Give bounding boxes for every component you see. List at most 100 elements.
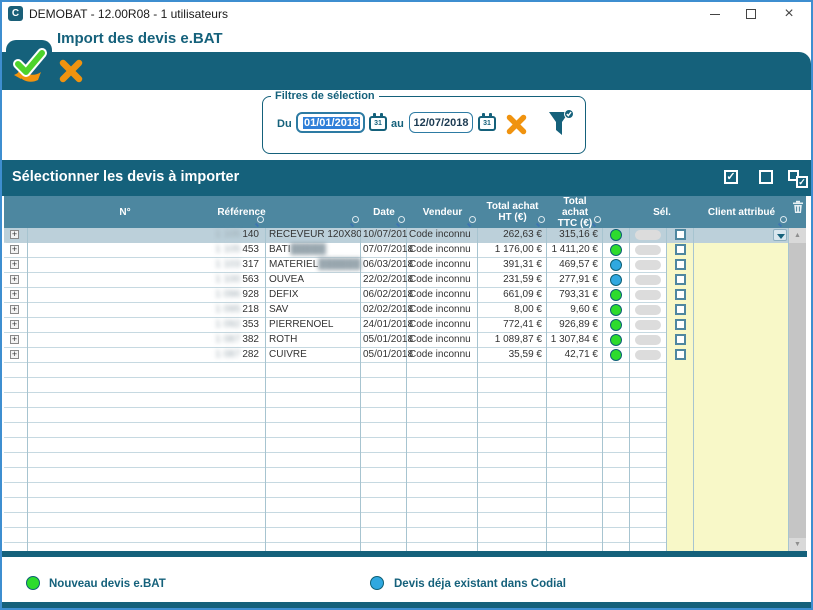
expand-button[interactable]: + [10, 275, 19, 284]
client-cell[interactable] [694, 333, 789, 348]
empty-table-row[interactable] [4, 363, 789, 378]
column-search-icon[interactable] [395, 216, 405, 226]
client-cell[interactable] [694, 243, 789, 258]
select-checkbox[interactable] [675, 304, 686, 315]
note-button[interactable] [635, 350, 661, 360]
table-row[interactable]: + 1 103317 MATERIEL██████ 06/03/2018 Cod… [4, 258, 789, 273]
column-search-icon[interactable] [591, 216, 601, 226]
select-checkbox[interactable] [675, 319, 686, 330]
date-to-input[interactable]: 12/07/2018 [409, 112, 473, 133]
client-dropdown-button[interactable] [773, 229, 787, 241]
toggle-selection-button[interactable]: ✓ [788, 170, 808, 188]
select-checkbox[interactable] [675, 244, 686, 255]
expand-button[interactable]: + [10, 350, 19, 359]
empty-table-row[interactable] [4, 423, 789, 438]
empty-table-row[interactable] [4, 543, 789, 551]
empty-table-row[interactable] [4, 438, 789, 453]
quote-number-cell: 1 095218 [28, 303, 266, 318]
maximize-button[interactable] [735, 2, 767, 26]
empty-table-row[interactable] [4, 483, 789, 498]
vendor-cell: Code inconnu [407, 333, 478, 348]
empty-table-row[interactable] [4, 513, 789, 528]
status-dot-icon [610, 319, 622, 331]
note-button[interactable] [635, 260, 661, 270]
total-ttc-cell: 315,16 € [547, 228, 603, 243]
expand-button[interactable]: + [10, 320, 19, 329]
client-cell[interactable] [694, 273, 789, 288]
section-band: Sélectionner les devis à importer ✓ ✓ [2, 160, 811, 196]
table-row[interactable]: + 1 105140 RECEVEUR 120X80 10/07/2018 Co… [4, 228, 789, 243]
note-button[interactable] [635, 290, 661, 300]
table-row[interactable]: + 1 087382 ROTH 05/01/2018 Code inconnu … [4, 333, 789, 348]
scroll-up-icon[interactable]: ▲ [789, 228, 806, 243]
minimize-button[interactable] [699, 2, 731, 26]
table-row[interactable]: + 1 092353 PIERRENOEL 24/01/2018 Code in… [4, 318, 789, 333]
section-title: Sélectionner les devis à importer [12, 169, 239, 185]
expand-button[interactable]: + [10, 260, 19, 269]
select-checkbox[interactable] [675, 274, 686, 285]
table-row[interactable]: + 1 087282 CUIVRE 05/01/2018 Code inconn… [4, 348, 789, 363]
cancel-button[interactable] [58, 58, 84, 84]
expand-button[interactable]: + [10, 305, 19, 314]
delete-icon[interactable] [792, 200, 804, 214]
client-cell[interactable] [694, 258, 789, 273]
reference-cell: MATERIEL██████ [266, 258, 361, 273]
select-checkbox[interactable] [675, 259, 686, 270]
client-cell[interactable] [694, 228, 789, 243]
quote-number-cell: 1 092353 [28, 318, 266, 333]
validate-button[interactable] [6, 40, 52, 90]
empty-table-row[interactable] [4, 453, 789, 468]
note-button[interactable] [635, 305, 661, 315]
column-header-reference[interactable]: Référence [266, 196, 361, 228]
note-cell [630, 243, 667, 258]
note-cell [630, 273, 667, 288]
chevron-down-icon [777, 234, 785, 239]
table-row[interactable]: + 1 096928 DEFIX 06/02/2018 Code inconnu… [4, 288, 789, 303]
select-all-button[interactable]: ✓ [724, 170, 738, 184]
table-row[interactable]: + 1 095218 SAV 02/02/2018 Code inconnu 8… [4, 303, 789, 318]
column-search-icon[interactable] [349, 216, 359, 226]
client-cell[interactable] [694, 303, 789, 318]
select-checkbox[interactable] [675, 349, 686, 360]
empty-table-row[interactable] [4, 393, 789, 408]
date-from-input[interactable]: 01/01/2018 [296, 112, 365, 133]
calendar-picker-from-icon[interactable]: 31 [369, 116, 387, 131]
column-search-icon[interactable] [777, 216, 787, 226]
column-search-icon[interactable] [466, 216, 476, 226]
expand-button[interactable]: + [10, 290, 19, 299]
note-button[interactable] [635, 275, 661, 285]
note-button[interactable] [635, 230, 661, 240]
expand-button[interactable]: + [10, 230, 19, 239]
client-cell[interactable] [694, 288, 789, 303]
column-header-sel[interactable]: Sél. [630, 196, 694, 228]
vertical-scrollbar[interactable]: ▲ ▼ [789, 228, 806, 551]
scroll-down-icon[interactable]: ▼ [789, 538, 806, 551]
client-cell[interactable] [694, 348, 789, 363]
empty-table-row[interactable] [4, 378, 789, 393]
clear-filter-button[interactable] [505, 113, 528, 136]
expand-cell: + [6, 288, 28, 303]
select-checkbox[interactable] [675, 334, 686, 345]
table-row[interactable]: + 1 105453 BATI█████ 07/07/2018 Code inc… [4, 243, 789, 258]
close-button[interactable]: × [773, 2, 805, 26]
empty-table-row[interactable] [4, 498, 789, 513]
note-button[interactable] [635, 320, 661, 330]
client-cell[interactable] [694, 318, 789, 333]
expand-button[interactable]: + [10, 245, 19, 254]
select-none-button[interactable] [759, 170, 773, 184]
column-search-icon[interactable] [535, 216, 545, 226]
select-checkbox[interactable] [675, 229, 686, 240]
total-ttc-cell: 926,89 € [547, 318, 603, 333]
expand-button[interactable]: + [10, 335, 19, 344]
empty-table-row[interactable] [4, 468, 789, 483]
column-header-client[interactable]: Client attribué [694, 196, 789, 228]
select-checkbox[interactable] [675, 289, 686, 300]
empty-table-row[interactable] [4, 408, 789, 423]
table-row[interactable]: + 1 100563 OUVEA 22/02/2018 Code inconnu… [4, 273, 789, 288]
column-search-icon[interactable] [254, 216, 264, 226]
empty-table-row[interactable] [4, 528, 789, 543]
note-button[interactable] [635, 245, 661, 255]
note-button[interactable] [635, 335, 661, 345]
calendar-picker-to-icon[interactable]: 31 [478, 116, 496, 131]
apply-filter-button[interactable] [547, 109, 575, 139]
